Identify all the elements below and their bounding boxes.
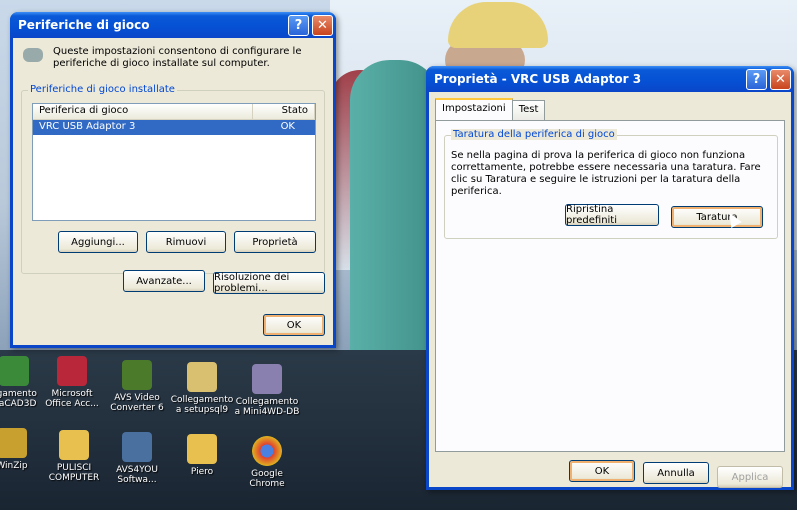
access-icon bbox=[57, 356, 87, 386]
cancel-button[interactable]: Annulla bbox=[643, 462, 709, 484]
help-icon[interactable]: ? bbox=[746, 68, 767, 90]
tab-impostazioni[interactable]: Impostazioni bbox=[435, 98, 513, 120]
desktop-icon-office-access[interactable]: Microsoft Office Acc... bbox=[38, 356, 106, 409]
column-header-device[interactable]: Periferica di gioco bbox=[33, 104, 253, 119]
window-title: Periferiche di gioco bbox=[18, 18, 150, 32]
ok-button[interactable]: OK bbox=[569, 460, 635, 482]
controllers-list[interactable]: Periferica di gioco Stato VRC USB Adapto… bbox=[32, 103, 316, 221]
desktop-icon-pulisci-computer[interactable]: PULISCI COMPUTER bbox=[40, 430, 108, 483]
calibration-description: Se nella pagina di prova la periferica d… bbox=[451, 150, 761, 197]
titlebar[interactable]: Proprietà - VRC USB Adaptor 3 ? ✕ bbox=[426, 66, 794, 92]
desktop-icon-setupsql9[interactable]: Collegamento a setupsql9 bbox=[168, 362, 236, 415]
help-icon[interactable]: ? bbox=[288, 14, 309, 36]
column-header-status[interactable]: Stato bbox=[253, 104, 315, 119]
table-row[interactable]: VRC USB Adaptor 3 OK bbox=[33, 120, 315, 135]
settings-panel: Taratura della periferica di gioco Se ne… bbox=[435, 120, 785, 452]
close-icon[interactable]: ✕ bbox=[770, 68, 791, 90]
titlebar[interactable]: Periferiche di gioco ? ✕ bbox=[10, 12, 336, 38]
advanced-button[interactable]: Avanzate... bbox=[123, 270, 205, 292]
ok-button[interactable]: OK bbox=[263, 314, 325, 336]
avs-icon bbox=[122, 360, 152, 390]
calibration-group: Taratura della periferica di gioco Se ne… bbox=[444, 129, 778, 239]
folder-icon bbox=[59, 430, 89, 460]
properties-window: Proprietà - VRC USB Adaptor 3 ? ✕ Impost… bbox=[426, 66, 794, 490]
desktop-icon-piero[interactable]: Piero bbox=[168, 434, 236, 477]
tab-test[interactable]: Test bbox=[511, 100, 546, 120]
add-button[interactable]: Aggiungi... bbox=[58, 231, 138, 253]
device-status: OK bbox=[280, 121, 295, 132]
game-controllers-window: Periferiche di gioco ? ✕ Queste impostaz… bbox=[10, 12, 336, 348]
desktop-icon-avs4you[interactable]: AVS4YOU Softwa... bbox=[103, 432, 171, 485]
gamepad-icon bbox=[23, 48, 43, 62]
group-label: Periferiche di gioco installate bbox=[28, 84, 177, 95]
remove-button[interactable]: Rimuovi bbox=[146, 231, 226, 253]
window-title: Proprietà - VRC USB Adaptor 3 bbox=[434, 72, 642, 86]
group-label: Taratura della periferica di gioco bbox=[451, 129, 617, 140]
desktop-icon-avs-video-converter[interactable]: AVS Video Converter 6 bbox=[103, 360, 171, 413]
winzip-icon bbox=[0, 428, 27, 458]
app-icon bbox=[0, 356, 29, 386]
folder-icon bbox=[187, 434, 217, 464]
intro-text: Queste impostazioni consentono di config… bbox=[53, 46, 302, 69]
desktop-icon-mini4wd-db[interactable]: Collegamento a Mini4WD-DB bbox=[233, 364, 301, 417]
troubleshoot-button[interactable]: Risoluzione dei problemi... bbox=[213, 272, 325, 294]
setup-icon bbox=[187, 362, 217, 392]
avs4you-icon bbox=[122, 432, 152, 462]
tab-strip: Impostazioni Test bbox=[435, 98, 546, 120]
device-name: VRC USB Adaptor 3 bbox=[39, 121, 136, 132]
db-icon bbox=[252, 364, 282, 394]
properties-button[interactable]: Proprietà bbox=[234, 231, 316, 253]
apply-button[interactable]: Applica bbox=[717, 466, 783, 488]
chrome-icon bbox=[252, 436, 282, 466]
close-icon[interactable]: ✕ bbox=[312, 14, 333, 36]
installed-controllers-group: Periferiche di gioco installate Periferi… bbox=[21, 84, 325, 274]
reset-defaults-button[interactable]: Ripristina predefiniti bbox=[565, 204, 659, 226]
desktop-icon-google-chrome[interactable]: Google Chrome bbox=[233, 436, 301, 489]
calibrate-button[interactable]: Taratura bbox=[671, 206, 763, 228]
list-header: Periferica di gioco Stato bbox=[33, 104, 315, 120]
